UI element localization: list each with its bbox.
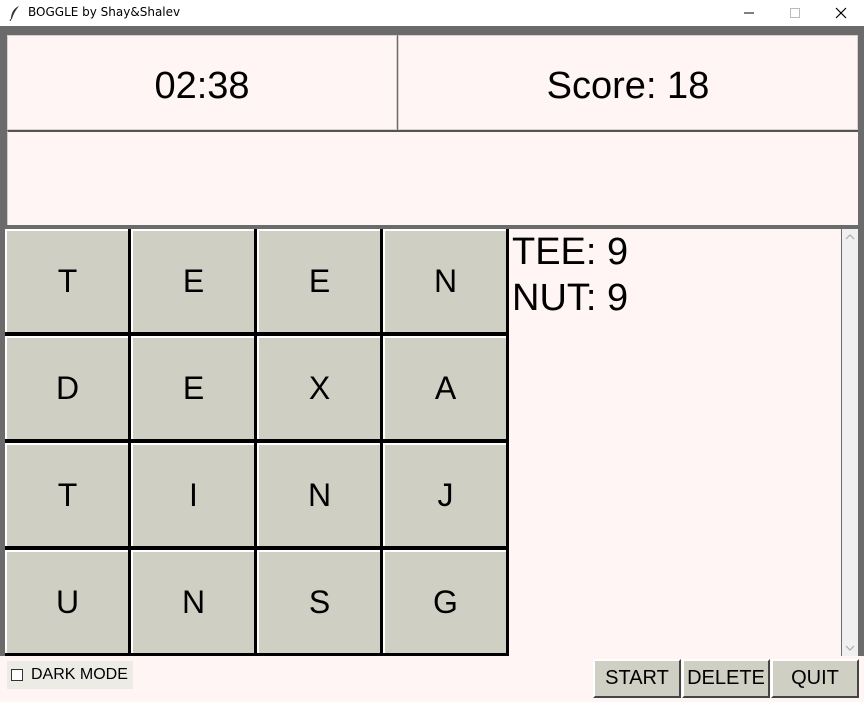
quit-button[interactable]: QUIT	[771, 659, 859, 698]
timer-label: 02:38	[154, 65, 250, 107]
window-title: BOGGLE by Shay&Shalev	[28, 5, 181, 19]
board-cell-0-2[interactable]: E	[257, 229, 380, 332]
board-cell-3-1[interactable]: N	[131, 550, 254, 653]
score-panel: Score: 18	[398, 35, 858, 130]
current-word-panel	[7, 130, 858, 225]
board-cell-3-0[interactable]: U	[5, 550, 128, 653]
board-cell-2-0[interactable]: T	[5, 443, 128, 546]
delete-button[interactable]: DELETE	[682, 659, 770, 698]
dark-mode-toggle[interactable]: DARK MODE	[7, 661, 133, 689]
close-button[interactable]	[818, 0, 864, 26]
score-label: Score: 18	[546, 65, 710, 107]
minimize-icon	[744, 12, 754, 14]
title-bar: BOGGLE by Shay&Shalev	[0, 0, 864, 26]
scroll-up-icon[interactable]	[842, 229, 858, 245]
board-cell-1-2[interactable]: X	[257, 336, 380, 439]
board-cell-3-2[interactable]: S	[257, 550, 380, 653]
bottom-bar: DARK MODE START DELETE QUIT	[0, 656, 864, 702]
start-button[interactable]: START	[593, 659, 681, 698]
dark-mode-label: DARK MODE	[31, 666, 128, 683]
minimize-button[interactable]	[726, 0, 772, 26]
found-words-list: TEE: 9 NUT: 9	[509, 229, 841, 656]
board-cell-1-1[interactable]: E	[131, 336, 254, 439]
board-cell-0-1[interactable]: E	[131, 229, 254, 332]
timer-panel: 02:38	[7, 35, 397, 130]
found-word-item: TEE: 9	[512, 231, 629, 273]
board-cell-3-3[interactable]: G	[383, 550, 506, 653]
words-scrollbar[interactable]	[842, 229, 858, 656]
maximize-icon	[790, 8, 800, 18]
close-icon	[835, 7, 847, 19]
board-cell-2-2[interactable]: N	[257, 443, 380, 546]
board-cell-2-3[interactable]: J	[383, 443, 506, 546]
board-cell-0-3[interactable]: N	[383, 229, 506, 332]
board-cell-1-0[interactable]: D	[5, 336, 128, 439]
board-cell-2-1[interactable]: I	[131, 443, 254, 546]
feather-icon	[9, 6, 19, 21]
maximize-button[interactable]	[772, 0, 818, 26]
board-cell-1-3[interactable]: A	[383, 336, 506, 439]
scroll-down-icon[interactable]	[842, 640, 858, 656]
window-client: 02:38 Score: 18 T E E N D E X A T I N J …	[0, 26, 864, 702]
board-cell-0-0[interactable]: T	[5, 229, 128, 332]
board-grid: T E E N D E X A T I N J U N S G	[5, 229, 509, 656]
found-word-item: NUT: 9	[512, 277, 629, 319]
dark-mode-checkbox[interactable]	[11, 669, 23, 681]
